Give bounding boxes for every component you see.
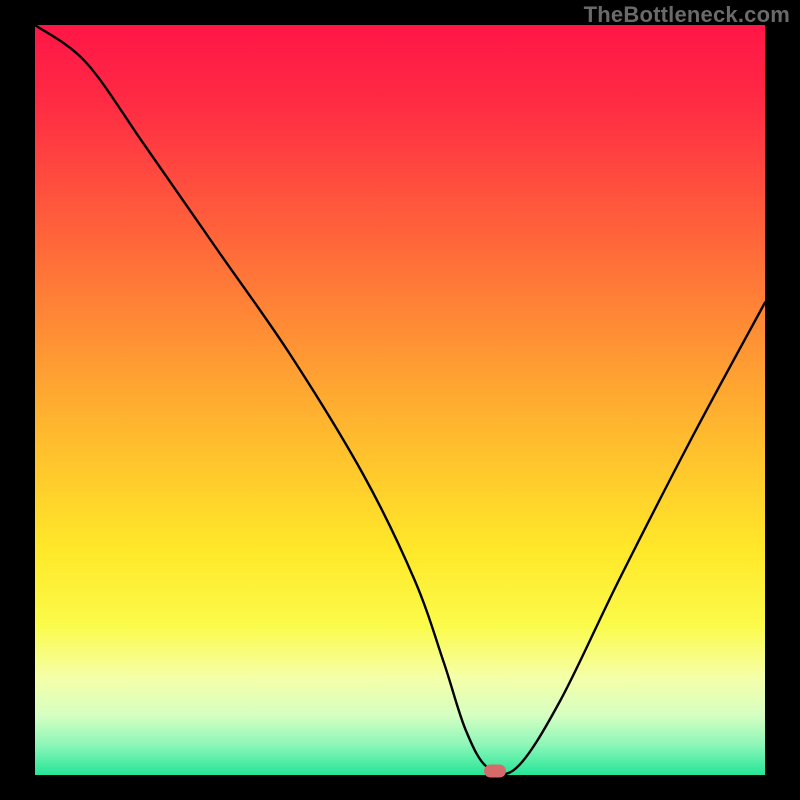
minimum-marker (484, 765, 506, 778)
bottleneck-curve (35, 25, 765, 774)
curve-layer (35, 25, 765, 775)
chart-frame: TheBottleneck.com (0, 0, 800, 800)
watermark-text: TheBottleneck.com (584, 2, 790, 28)
plot-area (35, 25, 765, 775)
